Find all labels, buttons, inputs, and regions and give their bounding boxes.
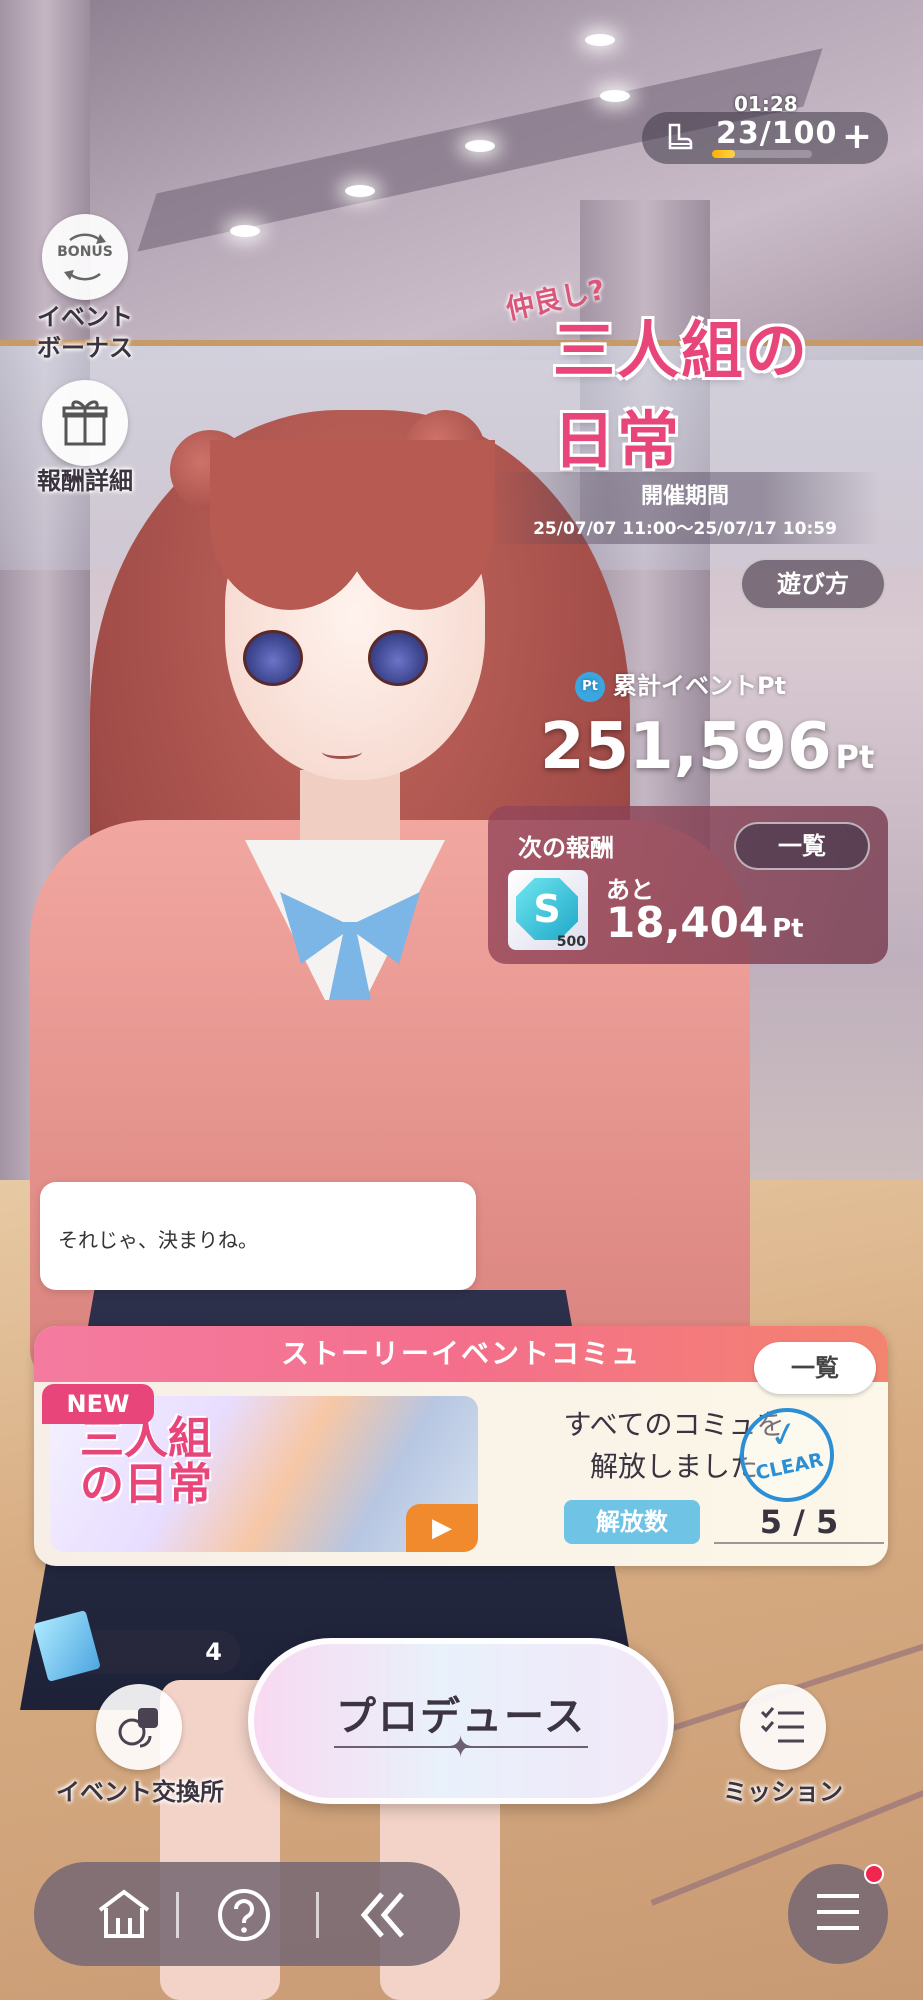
bottom-navbar xyxy=(34,1862,460,1966)
reward-detail-label: 報酬詳細 xyxy=(37,467,133,495)
gift-icon xyxy=(62,400,108,446)
notification-dot xyxy=(864,1864,884,1884)
home-icon xyxy=(98,1889,150,1938)
ceiling-light xyxy=(345,185,375,197)
ceiling-light xyxy=(585,34,615,46)
event-period-title: 開催期間 xyxy=(640,484,729,509)
unlock-count-label: 解放数 xyxy=(564,1500,700,1544)
checklist-icon xyxy=(760,1707,804,1743)
remaining-points-unit: Pt xyxy=(772,914,804,944)
mission-button[interactable] xyxy=(740,1684,826,1770)
remaining-points: 18,404 Pt xyxy=(606,898,804,947)
reward-item-quantity: 500 xyxy=(556,934,586,950)
story-thumbnail-title: 三人組 の日常 xyxy=(80,1415,212,1511)
stamina-gauge xyxy=(712,150,812,158)
nav-separator xyxy=(176,1892,179,1938)
total-points-label: Pt 累計イベントPt xyxy=(575,666,786,702)
character-dialog[interactable]: それじゃ、決まりね。 xyxy=(40,1182,476,1290)
reward-list-button[interactable]: 一覧 xyxy=(734,822,870,870)
back-button[interactable] xyxy=(334,1876,434,1952)
produce-button[interactable]: プロデュース ✦ xyxy=(248,1638,674,1804)
play-icon[interactable]: ▶ xyxy=(406,1504,478,1552)
character-neck xyxy=(300,770,400,850)
event-logo-title: 三人組の日常 xyxy=(553,314,810,477)
total-points-number: 251,596 xyxy=(540,710,832,784)
event-period-dates: 25/07/07 11:00～25/07/17 10:59 xyxy=(533,519,837,539)
checkmark-icon: ✓ xyxy=(765,1412,803,1458)
event-bonus-button[interactable]: BONUS xyxy=(42,214,128,300)
help-button[interactable] xyxy=(194,1876,294,1952)
home-button[interactable] xyxy=(74,1876,174,1952)
ceiling-light xyxy=(465,140,495,152)
pt-icon: Pt xyxy=(575,672,605,702)
event-bonus-label: イベント ボーナス xyxy=(37,303,133,363)
story-status-line2: 解放しました xyxy=(589,1450,758,1483)
character-eye xyxy=(243,630,303,686)
nav-separator xyxy=(316,1892,319,1938)
story-event-panel: ストーリーイベントコミュ 三人組 の日常 ▶ NEW すべてのコミュを 解放しま… xyxy=(34,1326,888,1566)
bonus-icon-text: BONUS xyxy=(57,244,113,260)
character-eye xyxy=(368,630,428,686)
unlock-count-value: 5 / 5 xyxy=(714,1500,884,1544)
event-logo: 仲良し? 三人組の日常 xyxy=(503,273,865,477)
next-reward-panel: 次の報酬 一覧 S 500 あと 18,404 Pt xyxy=(488,806,888,964)
character-bangs xyxy=(345,440,495,610)
event-exchange-label: イベント交換所 xyxy=(56,1778,224,1806)
total-points-unit: Pt xyxy=(835,738,875,776)
menu-icon xyxy=(817,1894,859,1930)
gem-s-icon: S xyxy=(516,878,578,940)
total-points-value: 251,596 Pt xyxy=(540,710,874,784)
new-badge: NEW xyxy=(42,1384,154,1424)
reward-detail-button[interactable] xyxy=(42,380,128,466)
next-reward-title: 次の報酬 xyxy=(518,834,614,862)
item-count[interactable]: 4 xyxy=(33,1610,240,1682)
stamina-value: 23/100 xyxy=(716,116,838,151)
item-count-value: 4 xyxy=(205,1638,222,1666)
stamina-gauge-fill xyxy=(712,150,735,158)
sparkle-icon: ✦ xyxy=(448,1730,474,1765)
help-icon xyxy=(218,1889,270,1941)
back-icon xyxy=(360,1892,404,1938)
remaining-points-number: 18,404 xyxy=(606,898,769,947)
total-points-label-text: 累計イベントPt xyxy=(613,672,787,700)
ceiling-light xyxy=(230,225,260,237)
exchange-icon xyxy=(118,1708,158,1748)
add-stamina-button[interactable]: + xyxy=(842,116,872,157)
ceiling-light xyxy=(600,90,630,102)
story-list-button[interactable]: 一覧 xyxy=(754,1342,876,1394)
how-to-play-button[interactable]: 遊び方 xyxy=(740,558,886,610)
story-thumbnail-title-line2: の日常 xyxy=(80,1459,212,1511)
boot-icon xyxy=(668,123,693,150)
mission-label: ミッション xyxy=(723,1778,843,1806)
stamina-bar[interactable]: 23/100 + xyxy=(642,112,888,164)
event-period: 開催期間 25/07/07 11:00～25/07/17 10:59 xyxy=(490,472,880,544)
reward-item[interactable]: S 500 xyxy=(508,870,588,950)
character-mouth xyxy=(322,745,362,759)
event-exchange-button[interactable] xyxy=(96,1684,182,1770)
